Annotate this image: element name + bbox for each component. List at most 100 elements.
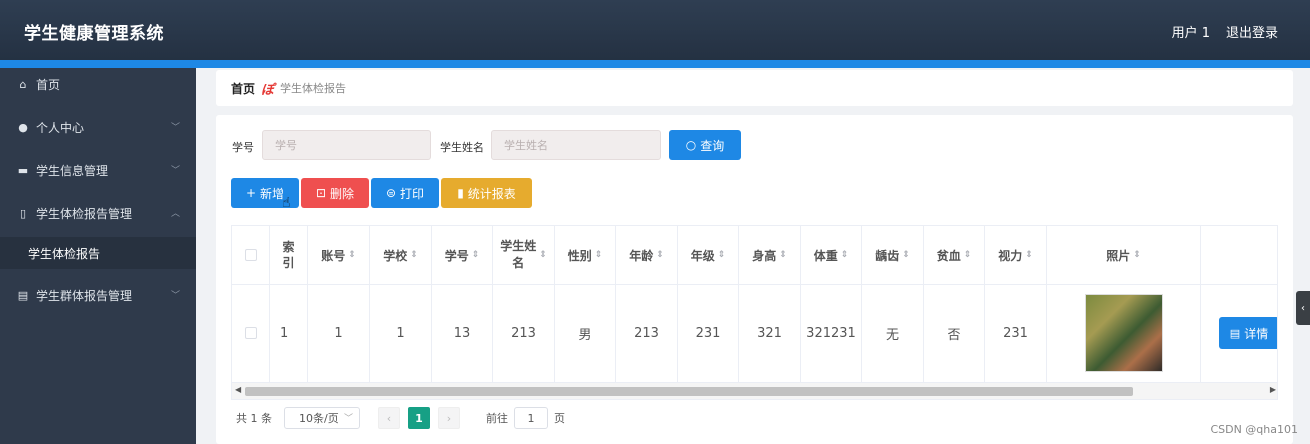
breadcrumb-home[interactable]: 首页 (231, 80, 255, 97)
sidebar-item-label: 学生信息管理 (36, 163, 109, 178)
prev-page-button[interactable]: ‹ (378, 407, 400, 429)
user-icon: ● (18, 120, 28, 134)
column-header-school[interactable]: 学校 ⇕ (370, 226, 432, 284)
scroll-left-icon[interactable]: ◀ (235, 385, 241, 394)
checkbox[interactable] (244, 249, 257, 261)
app-title: 学生健康管理系统 (24, 24, 164, 44)
column-header-weight[interactable]: 体重 ⇕ (801, 226, 862, 284)
chevron-down-icon: ﹀ (170, 166, 180, 176)
sidebar-item-group-report[interactable]: ▤ 学生群体报告管理 ﹀ (0, 280, 196, 310)
trash-icon: ⊡ (315, 186, 327, 200)
accent-strip (0, 60, 1310, 68)
student-id-input[interactable] (262, 130, 431, 160)
chevron-down-icon: ﹀ (170, 123, 180, 133)
sidebar-item-personal-center[interactable]: ● 个人中心 ﹀ (0, 112, 196, 142)
student-name-input[interactable] (491, 130, 661, 160)
chevron-down-icon: ﹀ (343, 414, 353, 424)
scrollbar-thumb[interactable] (245, 387, 1133, 396)
cell-index: 1 (270, 284, 308, 382)
column-header-student-name[interactable]: 学生姓 名 ⇕ (493, 226, 555, 284)
total-count: 共 1 条 (236, 412, 272, 425)
cell-actions: ▤ 详情 (1201, 284, 1277, 382)
cell-gender: 男 (555, 284, 616, 382)
page-size-select[interactable]: 10条/页 ﹀ (284, 407, 360, 429)
sidebar-item-label: 个人中心 (36, 120, 85, 135)
user-name[interactable]: 用户 1 (1172, 22, 1210, 41)
breadcrumb: 首页 ぽ 学生体检报告 (216, 70, 1293, 106)
sort-icon: ⇕ (656, 250, 664, 260)
student-name-label: 学生姓名 (440, 141, 484, 154)
data-table: 索 引 账号 ⇕ 学校 ⇕ 学号 ⇕ 学生姓 名 ⇕ 性别 ⇕ 年龄 ⇕ 年级 ⇕ 身高 ⇕ 体… (231, 225, 1278, 400)
top-bar: 学生健康管理系统 用户 1 退出登录 (0, 0, 1310, 60)
home-icon: ⌂ (19, 77, 27, 91)
detail-button[interactable]: ▤ 详情 (1219, 317, 1277, 349)
sort-icon: ⇕ (594, 250, 603, 260)
cell-student-id: 13 (432, 284, 493, 382)
print-button[interactable]: ⊜ 打印 (371, 178, 439, 208)
search-icon: ○ (685, 138, 697, 152)
stats-report-button[interactable]: ▮ 统计报表 (441, 178, 532, 208)
sort-icon: ⇕ (902, 250, 910, 260)
cell-anemia: 否 (924, 284, 985, 382)
cell-account: 1 (308, 284, 370, 382)
breadcrumb-separator: ぽ (261, 82, 275, 98)
document-icon: ▤ (1229, 326, 1241, 340)
sidebar-item-health-report[interactable]: ▯ 学生体检报告管理 ︿ (0, 198, 196, 228)
watermark: CSDN @qha101 (1210, 423, 1298, 436)
scroll-right-icon[interactable]: ▶ (1270, 385, 1276, 394)
main-panel: 学号 学生姓名 ○查询 +新增 ⊡删除 ⊜打印 ▮统计报表 索 引 账号⇕ 学校… (216, 115, 1293, 444)
document-icon: ▤ (17, 288, 29, 302)
sort-icon: ⇕ (1025, 250, 1033, 260)
next-page-button[interactable]: › (438, 407, 460, 429)
page-number-button[interactable]: 1 (408, 407, 430, 429)
column-header-grade[interactable]: 年级 ⇕ (678, 226, 739, 284)
sidebar-item-label: 学生群体报告管理 (36, 288, 133, 303)
cell-school: 1 (370, 284, 432, 382)
horizontal-scrollbar[interactable]: ◀ ▶ (232, 383, 1277, 399)
checkbox[interactable] (244, 327, 257, 339)
cell-caries: 无 (862, 284, 924, 382)
column-header-height[interactable]: 身高 ⇕ (739, 226, 801, 284)
cell-vision: 231 (985, 284, 1047, 382)
sidebar-item-student-info[interactable]: ▬ 学生信息管理 ﹀ (0, 155, 196, 185)
column-header-caries[interactable]: 龋齿 ⇕ (862, 226, 924, 284)
id-card-icon: ▬ (17, 163, 29, 177)
collapse-panel-button[interactable]: ‹ (1296, 291, 1310, 325)
bar-chart-icon: ▮ (457, 186, 464, 200)
sort-icon: ⇕ (717, 250, 726, 260)
sidebar: ⌂ 首页 ● 个人中心 ﹀ ▬ 学生信息管理 ﹀ ▯ 学生体检报告管理 ︿ 学生… (0, 68, 196, 444)
sidebar-item-home[interactable]: ⌂ 首页 (0, 69, 196, 99)
cell-grade: 231 (678, 284, 739, 382)
cell-age: 213 (616, 284, 678, 382)
delete-button[interactable]: ⊡ 删除 (301, 178, 369, 208)
column-header-age[interactable]: 年龄 ⇕ (616, 226, 678, 284)
thermometer-icon: ▯ (19, 206, 27, 220)
goto-page-input[interactable]: 1 (514, 407, 548, 429)
column-header-photo[interactable]: 照片 ⇕ (1047, 226, 1201, 284)
sort-icon: ⇕ (539, 250, 547, 260)
column-header-student-id[interactable]: 学号 ⇕ (432, 226, 493, 284)
chevron-down-icon: ﹀ (170, 291, 180, 301)
sort-icon: ⇕ (410, 250, 418, 260)
column-header-account[interactable]: 账号 ⇕ (308, 226, 370, 284)
sort-icon: ⇕ (963, 250, 972, 260)
goto-label: 前往 (486, 412, 508, 425)
chevron-up-icon: ︿ (170, 209, 180, 219)
column-header-vision[interactable]: 视力 ⇕ (985, 226, 1047, 284)
plus-icon: + (245, 186, 257, 200)
page-suffix: 页 (554, 412, 565, 425)
pagination: 共 1 条 10条/页 ﹀ ‹ 1 › 前往 1 页 (236, 407, 565, 429)
sidebar-subitem-health-report[interactable]: 学生体检报告 (0, 237, 196, 269)
breadcrumb-current: 学生体检报告 (280, 82, 347, 95)
column-header-gender[interactable]: 性别 ⇕ (555, 226, 616, 284)
column-header-anemia[interactable]: 贫血 ⇕ (924, 226, 985, 284)
query-button[interactable]: ○ 查询 (669, 130, 741, 160)
student-photo[interactable] (1084, 294, 1163, 372)
row-select (232, 284, 270, 382)
cell-photo (1047, 284, 1201, 382)
cell-height: 321 (739, 284, 801, 382)
logout-link[interactable]: 退出登录 (1226, 22, 1278, 41)
column-header-index: 索 引 (270, 226, 308, 284)
sidebar-item-label: 首页 (36, 77, 61, 92)
sort-icon: ⇕ (471, 250, 480, 260)
